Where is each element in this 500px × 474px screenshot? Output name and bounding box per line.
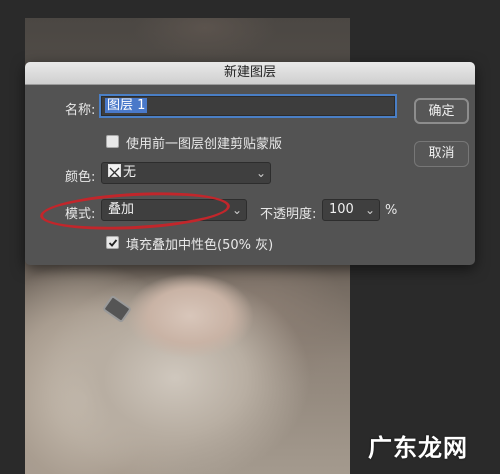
color-select[interactable]: 无 ⌄	[101, 162, 271, 184]
layer-name-value: 图层 1	[105, 98, 148, 113]
color-label: 颜色:	[65, 170, 96, 185]
no-color-icon	[108, 164, 121, 178]
checkmark-icon	[108, 239, 118, 247]
dialog-title: 新建图层	[25, 62, 475, 85]
fill-neutral-label: 填充叠加中性色(50% 灰)	[126, 238, 274, 253]
opacity-label: 不透明度:	[260, 207, 317, 222]
opacity-value: 100	[329, 202, 354, 217]
watermark-text: 广东龙网	[368, 433, 468, 462]
opacity-unit: %	[385, 203, 398, 218]
chevron-down-icon: ⌄	[255, 166, 266, 180]
photo-hand	[120, 266, 270, 376]
color-value: 无	[123, 165, 137, 180]
clip-mask-label: 使用前一图层创建剪贴蒙版	[126, 137, 283, 152]
clip-mask-checkbox[interactable]	[106, 135, 119, 148]
fill-neutral-checkbox[interactable]	[106, 236, 119, 249]
ok-button[interactable]: 确定	[414, 98, 469, 124]
new-layer-dialog: 新建图层 名称: 图层 1 使用前一图层创建剪贴蒙版 颜色: 无 ⌄ 模式: 叠…	[25, 62, 475, 265]
cancel-button[interactable]: 取消	[414, 141, 469, 167]
name-label: 名称:	[65, 103, 96, 118]
photo-hair	[115, 18, 295, 68]
chevron-down-icon: ⌄	[231, 203, 242, 217]
opacity-field[interactable]: 100 ⌄	[322, 199, 380, 221]
layer-name-input[interactable]: 图层 1	[101, 96, 395, 116]
chevron-down-icon: ⌄	[364, 203, 375, 217]
